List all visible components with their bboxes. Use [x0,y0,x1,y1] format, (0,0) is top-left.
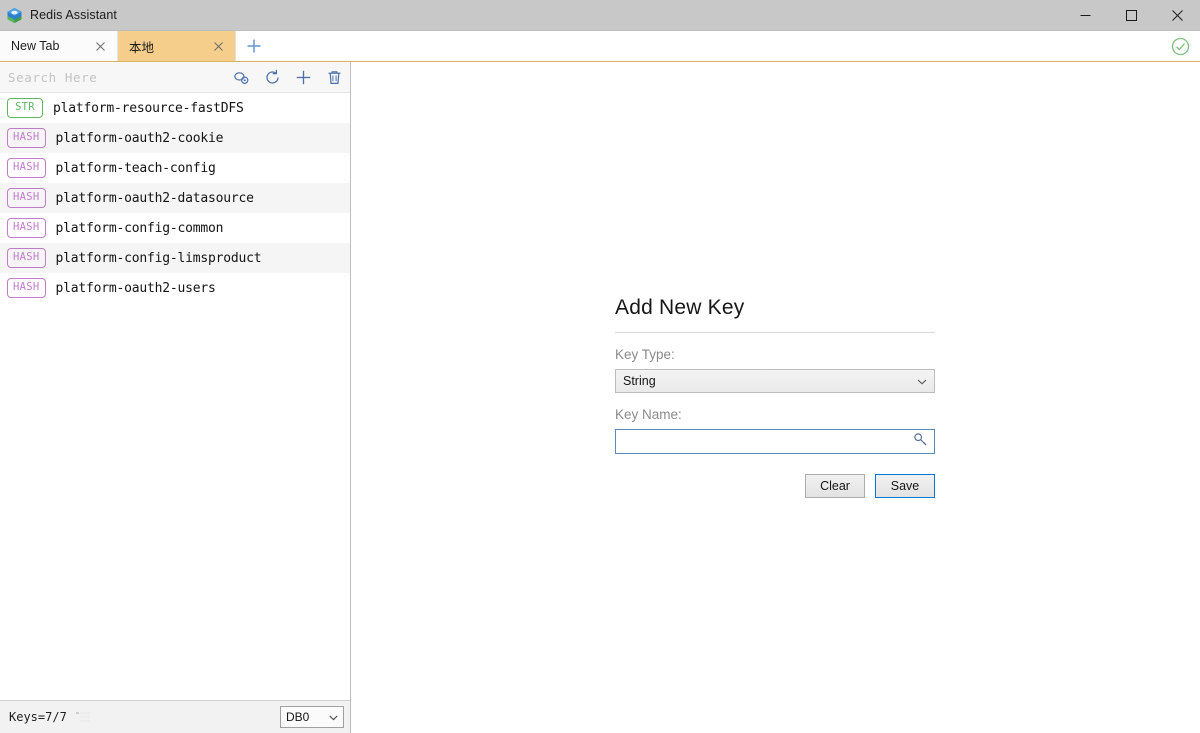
status-bar: Keys=7/7 DB0 [0,700,350,733]
key-type-badge: HASH [7,188,46,208]
key-type-value: String [623,374,656,388]
key-type-badge: HASH [7,278,46,298]
body-split: STR platform-resource-fastDFS HASH platform… [0,62,1200,733]
main-panel: Add New Key Key Type: String Key Name: C… [351,62,1200,733]
check-circle-icon[interactable] [1160,31,1200,61]
key-name-field[interactable] [615,429,935,454]
search-input[interactable] [0,62,226,92]
key-type-badge: HASH [7,248,46,268]
tab-local[interactable]: 本地 [118,31,236,61]
key-name-label: platform-config-common [55,220,224,236]
tab-new-tab[interactable]: New Tab [0,31,118,61]
title-bar: Redis Assistant [0,0,1200,31]
close-icon[interactable] [1154,0,1200,31]
db-select[interactable]: DB0 [280,706,344,728]
keys-count-label: Keys=7/7 [9,710,67,724]
key-name-input[interactable] [622,430,913,453]
key-list-item[interactable]: HASH platform-config-limsproduct [0,243,350,273]
key-list-item[interactable]: HASH platform-oauth2-cookie [0,123,350,153]
key-type-badge: HASH [7,158,46,178]
key-icon [913,432,928,452]
maximize-icon[interactable] [1108,0,1154,31]
db-select-value: DB0 [286,710,310,724]
key-list[interactable]: STR platform-resource-fastDFS HASH platform… [0,93,350,700]
trash-icon[interactable] [319,62,350,93]
redis-cube-logo-icon [6,7,23,24]
refresh-icon[interactable] [257,62,288,93]
key-name-label: Key Name: [615,407,682,422]
app-window: Redis Assistant New Tab 本地 Search Here S… [0,0,1200,733]
page-title: Add New Key [615,296,935,333]
key-type-label: Key Type: [615,347,675,362]
key-type-select[interactable]: String [615,369,935,393]
window-title: Redis Assistant [30,8,117,22]
key-name-label: platform-config-limsproduct [55,250,262,266]
key-name-label: platform-resource-fastDFS [53,100,244,116]
chevron-down-icon [917,374,927,388]
plus-icon[interactable] [288,62,319,93]
key-list-item[interactable]: HASH platform-teach-config [0,153,350,183]
save-button[interactable]: Save [875,474,935,498]
key-name-label: platform-teach-config [55,160,216,176]
tab-label: 本地 [129,40,155,55]
list-lines-icon[interactable] [75,711,90,723]
key-list-item[interactable]: HASH platform-oauth2-users [0,273,350,303]
clear-button[interactable]: Clear [805,474,865,498]
key-search-icon[interactable] [226,62,257,93]
search-row [0,62,350,93]
key-type-badge: STR [7,98,43,118]
window-controls [1062,0,1200,31]
close-icon[interactable] [93,39,107,53]
form-actions: Clear Save [615,474,935,498]
key-name-label: platform-oauth2-users [55,280,216,296]
sidebar: STR platform-resource-fastDFS HASH platform… [0,62,351,733]
key-type-badge: HASH [7,218,46,238]
chevron-down-icon [329,710,338,724]
close-icon[interactable] [211,39,225,53]
key-type-badge: HASH [7,128,46,148]
tab-bar: New Tab 本地 [0,31,1200,62]
key-list-item[interactable]: HASH platform-config-common [0,213,350,243]
add-new-key-form: Add New Key Key Type: String Key Name: C… [615,296,935,498]
key-list-item[interactable]: STR platform-resource-fastDFS [0,93,350,123]
key-list-item[interactable]: HASH platform-oauth2-datasource [0,183,350,213]
key-name-label: platform-oauth2-cookie [55,130,224,146]
key-name-label: platform-oauth2-datasource [55,190,254,206]
plus-icon[interactable] [236,31,272,61]
tab-label: New Tab [11,39,60,53]
tab-bar-spacer [272,31,1160,61]
minimize-icon[interactable] [1062,0,1108,31]
